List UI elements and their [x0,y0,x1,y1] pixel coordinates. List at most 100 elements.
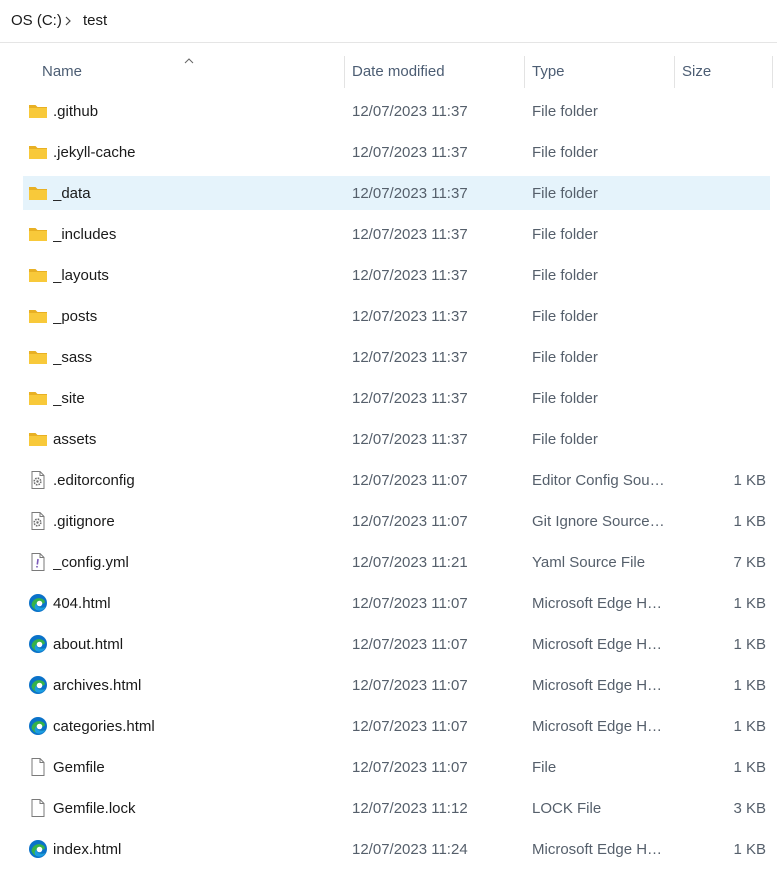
file-size: 3 KB [733,800,766,817]
file-name: .jekyll-cache [53,144,136,161]
file-date-modified: 12/07/2023 11:37 [352,431,468,448]
column-divider[interactable] [524,56,525,88]
file-size: 1 KB [733,472,766,489]
file-type: Git Ignore Source ... [532,513,666,530]
file-row[interactable]: index.html 12/07/2023 11:24 Microsoft Edge… [23,832,770,866]
file-type: File folder [532,431,598,448]
config-file-icon [28,470,48,490]
file-type: Microsoft Edge HT... [532,677,666,694]
sort-ascending-icon [184,52,194,70]
file-row[interactable]: .github 12/07/2023 11:37 File folder [23,94,770,128]
chevron-right-icon[interactable] [64,14,72,28]
file-type: File folder [532,185,598,202]
file-row[interactable]: _layouts 12/07/2023 11:37 File folder [23,258,770,292]
file-size: 1 KB [733,759,766,776]
file-row[interactable]: about.html 12/07/2023 11:07 Microsoft Edge… [23,627,770,661]
column-size-label: Size [682,63,712,80]
file-type: File [532,759,557,776]
file-date-modified: 12/07/2023 11:07 [352,759,468,776]
file-row[interactable]: categories.html 12/07/2023 11:07 Microsoft… [23,709,770,743]
file-type: Yaml Source File [532,554,646,571]
edge-icon [28,839,48,859]
file-name: Gemfile [53,759,105,776]
file-row[interactable]: _site 12/07/2023 11:37 File folder [23,381,770,415]
column-header: Name Date modified Type Size [0,44,777,98]
file-type: File folder [532,103,598,120]
file-row[interactable]: Gemfile.lock 12/07/2023 11:12 LOCK File 3 K… [23,791,770,825]
column-type-label: Type [532,63,565,80]
column-divider[interactable] [772,56,773,88]
file-size: 7 KB [733,554,766,571]
folder-icon [28,224,48,244]
file-size: 1 KB [733,718,766,735]
blank-file-icon [28,798,48,818]
file-date-modified: 12/07/2023 11:21 [352,554,468,571]
file-size: 1 KB [733,677,766,694]
file-row[interactable]: _config.yml 12/07/2023 11:21 Yaml Source F… [23,545,770,579]
folder-icon [28,306,48,326]
column-divider[interactable] [344,56,345,88]
file-type: File folder [532,226,598,243]
file-date-modified: 12/07/2023 11:07 [352,718,468,735]
file-row[interactable]: archives.html 12/07/2023 11:07 Microsoft E… [23,668,770,702]
file-name: .gitignore [53,513,115,530]
file-row[interactable]: Gemfile 12/07/2023 11:07 File 1 KB [23,750,770,784]
breadcrumb: OS (C:) test [0,0,777,43]
folder-icon [28,142,48,162]
file-type: File folder [532,349,598,366]
file-name: assets [53,431,97,448]
column-date[interactable]: Date modified [352,44,522,98]
file-name: .editorconfig [53,472,135,489]
file-row[interactable]: _includes 12/07/2023 11:37 File folder [23,217,770,251]
file-date-modified: 12/07/2023 11:37 [352,390,468,407]
file-date-modified: 12/07/2023 11:07 [352,513,468,530]
blank-file-icon [28,757,48,777]
file-row[interactable]: 404.html 12/07/2023 11:07 Microsoft Edge H… [23,586,770,620]
file-name: _sass [53,349,93,366]
file-name: _layouts [53,267,109,284]
file-size: 1 KB [733,636,766,653]
folder-icon [28,388,48,408]
file-name: archives.html [53,677,142,694]
file-date-modified: 12/07/2023 11:37 [352,349,468,366]
column-name-label: Name [42,63,83,80]
file-row[interactable]: _sass 12/07/2023 11:37 File folder [23,340,770,374]
file-name: _data [53,185,91,202]
file-row[interactable]: .editorconfig 12/07/2023 11:07 Editor Conf… [23,463,770,497]
file-row[interactable]: assets 12/07/2023 11:37 File folder [23,422,770,456]
file-name: _includes [53,226,117,243]
column-date-label: Date modified [352,63,445,80]
file-name: .github [53,103,99,120]
file-row[interactable]: .gitignore 12/07/2023 11:07 Git Ignore Sou… [23,504,770,538]
folder-icon [28,183,48,203]
file-size: 1 KB [733,841,766,858]
column-divider[interactable] [674,56,675,88]
edge-icon [28,716,48,736]
breadcrumb-current[interactable]: test [83,12,107,29]
file-row[interactable]: .jekyll-cache 12/07/2023 11:37 File folder [23,135,770,169]
file-type: Microsoft Edge HT... [532,841,666,858]
file-type: File folder [532,390,598,407]
file-size: 1 KB [733,513,766,530]
folder-icon [28,265,48,285]
file-name: 404.html [53,595,111,612]
file-date-modified: 12/07/2023 11:37 [352,226,468,243]
file-row[interactable]: _posts 12/07/2023 11:37 File folder [23,299,770,333]
file-date-modified: 12/07/2023 11:37 [352,308,468,325]
file-size: 1 KB [733,595,766,612]
file-name: categories.html [53,718,155,735]
file-type: File folder [532,267,598,284]
file-date-modified: 12/07/2023 11:07 [352,472,468,489]
file-name: _posts [53,308,98,325]
column-type[interactable]: Type [532,44,672,98]
file-type: Editor Config Sour... [532,472,666,489]
file-date-modified: 12/07/2023 11:07 [352,595,468,612]
file-row[interactable]: _data 12/07/2023 11:37 File folder [23,176,770,210]
breadcrumb-root[interactable]: OS (C:) [11,12,62,29]
config-file-icon [28,511,48,531]
column-size[interactable]: Size [682,44,772,98]
file-date-modified: 12/07/2023 11:37 [352,185,468,202]
file-name: index.html [53,841,122,858]
file-date-modified: 12/07/2023 11:12 [352,800,468,817]
edge-icon [28,593,48,613]
